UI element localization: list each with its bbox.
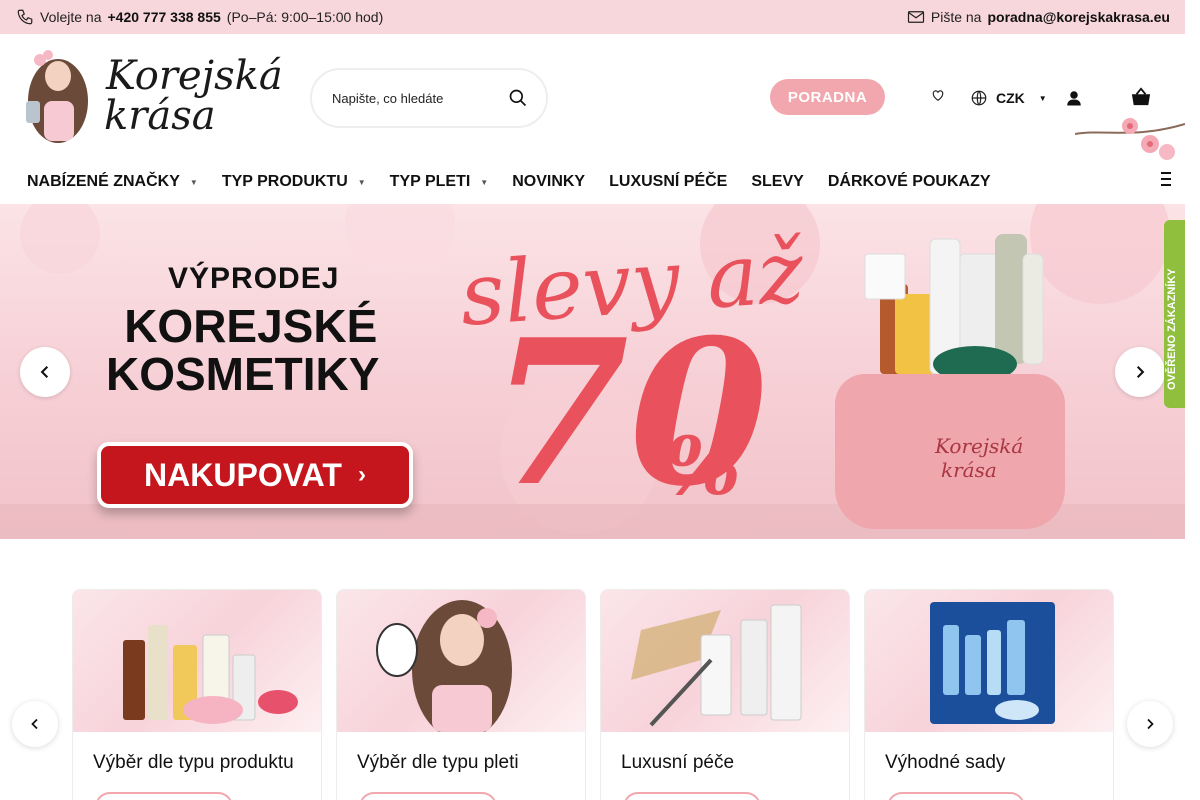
category-image bbox=[601, 590, 849, 732]
cherry-blossom-decoration bbox=[1075, 118, 1185, 160]
cosmetic-products-illustration bbox=[864, 234, 1044, 382]
currency-selector[interactable]: CZK ▼ bbox=[970, 89, 1047, 107]
chevron-down-icon: ▼ bbox=[1038, 93, 1047, 103]
category-title: Výhodné sady bbox=[885, 752, 1006, 773]
banner-cta-label: NAKUPOVAT bbox=[144, 456, 342, 493]
logo-line-1: Korejská bbox=[106, 53, 283, 99]
category-image bbox=[865, 590, 1113, 732]
nav-label: TYP PLETI bbox=[389, 173, 471, 190]
chevron-down-icon: ▼ bbox=[189, 177, 198, 187]
chevron-right-icon bbox=[1136, 366, 1145, 378]
nav-label: TYP PRODUKTU bbox=[221, 173, 348, 190]
chevron-down-icon: ▼ bbox=[480, 177, 489, 187]
bag-logo-line-2: krása bbox=[941, 458, 997, 482]
chevron-left-icon bbox=[31, 718, 38, 730]
globe-icon bbox=[971, 90, 987, 106]
heart-icon[interactable] bbox=[931, 88, 945, 105]
category-title: Výběr dle typu pleti bbox=[357, 752, 519, 773]
currency-code: CZK bbox=[996, 90, 1025, 106]
logo-girl-illustration bbox=[18, 46, 96, 146]
chevron-left-icon bbox=[40, 366, 49, 378]
nav-label: NOVINKY bbox=[512, 173, 586, 190]
nav-label: SLEVY bbox=[751, 173, 804, 190]
nav-label: LUXUSNÍ PÉČE bbox=[609, 173, 728, 190]
chevron-down-icon: ▼ bbox=[357, 177, 366, 187]
menu-icon[interactable] bbox=[1161, 172, 1171, 189]
category-image bbox=[337, 590, 585, 740]
logo-wordmark: Korejská krása bbox=[104, 53, 283, 139]
category-button[interactable] bbox=[359, 792, 497, 800]
banner-line-3: KOSMETIKY bbox=[106, 348, 380, 400]
category-card[interactable]: Výběr dle typu pleti bbox=[336, 589, 586, 800]
main-navigation: NABÍZENÉ ZNAČKY ▼ TYP PRODUKTU ▼ TYP PLETI… bbox=[0, 160, 1185, 204]
phone-icon bbox=[17, 9, 33, 25]
logo-line-2: krása bbox=[104, 93, 216, 139]
user-icon[interactable] bbox=[1065, 89, 1083, 110]
nav-item-new[interactable]: NOVINKY bbox=[512, 173, 585, 191]
banner-shop-button[interactable]: NAKUPOVAT › bbox=[97, 442, 413, 508]
site-logo[interactable]: Korejská krása bbox=[18, 46, 283, 146]
carousel-next-button[interactable] bbox=[1127, 701, 1173, 747]
category-image bbox=[73, 590, 321, 732]
nav-item-skin-type[interactable]: TYP PLETI ▼ bbox=[390, 173, 489, 191]
opening-hours: (Po–Pá: 9:00–15:00 hod) bbox=[226, 9, 384, 25]
double-chevron-right-icon: › bbox=[357, 461, 366, 488]
banner-line-2: KOREJSKÉ bbox=[124, 300, 378, 352]
email-contact: Pište na poradna@korejskakrasa.eu bbox=[907, 8, 1170, 26]
phone-contact: Volejte na +420 777 338 855 (Po–Pá: 9:00… bbox=[16, 8, 383, 26]
search-input[interactable] bbox=[332, 90, 492, 106]
nav-item-brands[interactable]: NABÍZENÉ ZNAČKY ▼ bbox=[27, 173, 198, 191]
nav-item-product-type[interactable]: TYP PRODUKTU ▼ bbox=[222, 173, 366, 191]
category-button[interactable] bbox=[95, 792, 233, 800]
phone-link[interactable]: +420 777 338 855 bbox=[108, 9, 221, 25]
banner-line-1: VÝPRODEJ bbox=[168, 262, 340, 295]
carousel-prev-button[interactable] bbox=[12, 701, 58, 747]
nav-item-sale[interactable]: SLEVY bbox=[751, 173, 803, 191]
call-prefix: Volejte na bbox=[40, 9, 102, 25]
nav-item-luxury[interactable]: LUXUSNÍ PÉČE bbox=[609, 173, 727, 191]
category-button[interactable] bbox=[623, 792, 761, 800]
search-icon[interactable] bbox=[508, 88, 528, 108]
write-prefix: Pište na bbox=[930, 9, 982, 25]
search-box bbox=[310, 68, 548, 128]
category-title: Luxusní péče bbox=[621, 752, 735, 773]
category-title: Výběr dle typu produktu bbox=[93, 752, 294, 773]
banner-prev-button[interactable] bbox=[20, 347, 70, 397]
banner-percent-sign: % bbox=[665, 419, 742, 513]
category-button[interactable] bbox=[887, 792, 1025, 800]
category-card[interactable]: Výběr dle typu produktu bbox=[72, 589, 322, 800]
poradna-button[interactable]: PORADNA bbox=[770, 79, 885, 115]
verified-badge-label: OVĚŘENO ZÁKAZNÍKY bbox=[1166, 268, 1178, 390]
cart-icon[interactable] bbox=[1130, 87, 1152, 110]
nav-label: NABÍZENÉ ZNAČKY bbox=[27, 173, 180, 190]
banner-headline: KOREJSKÉ KOSMETIKY bbox=[106, 300, 379, 398]
verified-by-customers-badge[interactable]: OVĚŘENO ZÁKAZNÍKY bbox=[1164, 220, 1185, 408]
category-card[interactable]: Luxusní péče bbox=[600, 589, 850, 800]
category-carousel: Výběr dle typu produktu Výběr dle typu p… bbox=[0, 589, 1185, 800]
bag-logo: Korejská krása bbox=[935, 434, 1023, 482]
nav-item-gift-cards[interactable]: DÁRKOVÉ POUKAZY bbox=[828, 173, 991, 191]
category-card[interactable]: Výhodné sady bbox=[864, 589, 1114, 800]
mail-icon bbox=[907, 11, 924, 23]
nav-label: DÁRKOVÉ POUKAZY bbox=[827, 173, 991, 190]
top-contact-bar: Volejte na +420 777 338 855 (Po–Pá: 9:00… bbox=[0, 0, 1185, 34]
banner-next-button[interactable] bbox=[1115, 347, 1165, 397]
hero-banner[interactable]: VÝPRODEJ KOREJSKÉ KOSMETIKY NAKUPOVAT › … bbox=[0, 204, 1185, 539]
email-link[interactable]: poradna@korejskakrasa.eu bbox=[987, 9, 1170, 25]
site-header: Korejská krása PORADNA CZK ▼ bbox=[0, 34, 1185, 160]
chevron-right-icon bbox=[1147, 718, 1154, 730]
bag-logo-line-1: Korejská bbox=[935, 434, 1024, 458]
